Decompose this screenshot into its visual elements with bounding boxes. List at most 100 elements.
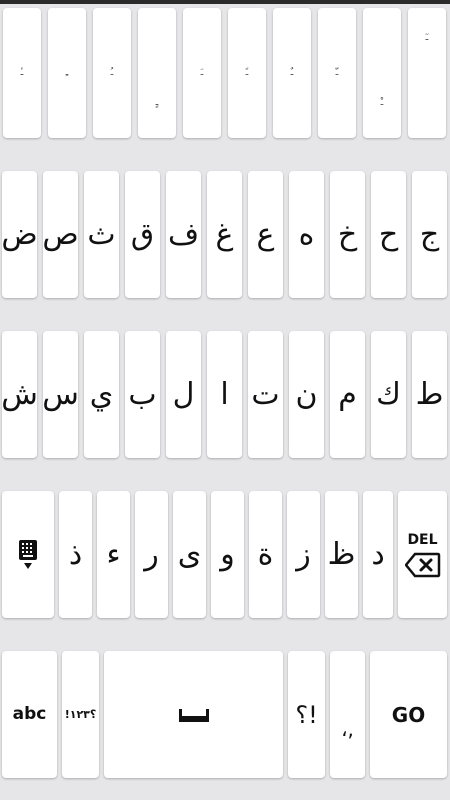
key-ta-marbuta[interactable]: ة bbox=[249, 491, 282, 618]
key-label: abc bbox=[12, 704, 47, 724]
key-diacritic-10[interactable]: ـٓ bbox=[408, 8, 446, 138]
key-dad[interactable]: ض bbox=[1, 171, 38, 298]
key-label: ا bbox=[220, 376, 229, 412]
key-label: ظ bbox=[327, 536, 356, 572]
key-label: ـٔ bbox=[20, 67, 24, 78]
key-label: ي bbox=[89, 376, 114, 412]
key-label: ـٍ bbox=[155, 97, 159, 108]
delete-label: DEL bbox=[407, 531, 438, 548]
key-label: خ bbox=[337, 216, 358, 252]
key-hha[interactable]: ح bbox=[371, 171, 406, 298]
key-label: ض bbox=[1, 216, 38, 252]
numbers-button[interactable]: !؟١٢٣ bbox=[62, 651, 99, 778]
key-label: ز bbox=[296, 536, 311, 572]
key-diacritic-6[interactable]: ـً bbox=[228, 8, 266, 138]
key-label: ق bbox=[130, 216, 155, 252]
key-shin[interactable]: ش bbox=[1, 331, 38, 458]
key-label: ص bbox=[42, 216, 79, 252]
key-label: غ bbox=[215, 216, 234, 252]
key-label: ف bbox=[167, 216, 200, 252]
key-jim[interactable]: ج bbox=[412, 171, 447, 298]
key-label: ذ bbox=[68, 536, 83, 572]
key-sin[interactable]: س bbox=[42, 331, 79, 458]
key-alif[interactable]: ا bbox=[207, 331, 242, 458]
space-button[interactable] bbox=[104, 651, 283, 778]
key-lam[interactable]: ل bbox=[166, 331, 201, 458]
key-diacritic-4[interactable]: ـٍ bbox=[138, 8, 176, 138]
key-diacritic-2[interactable]: ـِ bbox=[48, 8, 86, 138]
key-label: ء bbox=[106, 536, 121, 572]
key-label: ن bbox=[295, 376, 318, 412]
key-label: ت bbox=[251, 376, 280, 412]
key-ha[interactable]: ه bbox=[289, 171, 324, 298]
key-dhal[interactable]: ذ bbox=[59, 491, 92, 618]
key-label: ـٌ bbox=[290, 67, 294, 78]
key-label: ع bbox=[256, 216, 275, 252]
key-fa[interactable]: ف bbox=[166, 171, 201, 298]
key-diacritic-9[interactable]: ـْ bbox=[363, 8, 401, 138]
key-diacritic-8[interactable]: ـّ bbox=[318, 8, 356, 138]
key-waw[interactable]: و bbox=[211, 491, 244, 618]
key-hamza[interactable]: ء bbox=[97, 491, 130, 618]
key-ra[interactable]: ر bbox=[135, 491, 168, 618]
question-exclaim-button[interactable]: ؟! bbox=[288, 651, 325, 778]
key-ain[interactable]: ع bbox=[248, 171, 283, 298]
key-label: ث bbox=[87, 216, 116, 252]
backspace-icon bbox=[404, 552, 440, 577]
key-qaf[interactable]: ق bbox=[125, 171, 160, 298]
key-label: ج bbox=[419, 216, 440, 252]
key-label: ـْ bbox=[380, 97, 384, 108]
key-sad[interactable]: ص bbox=[42, 171, 79, 298]
delete-button[interactable]: DEL bbox=[398, 491, 447, 618]
space-bar-icon bbox=[178, 708, 209, 722]
keyboard-switch-icon bbox=[19, 539, 37, 569]
key-label: ؟! bbox=[295, 700, 318, 729]
key-alif-maqsura[interactable]: ى bbox=[173, 491, 206, 618]
key-label: ر bbox=[144, 536, 159, 572]
key-kaf[interactable]: ك bbox=[371, 331, 406, 458]
key-label: ،, bbox=[341, 716, 354, 741]
key-ya[interactable]: ي bbox=[84, 331, 119, 458]
abc-button[interactable]: abc bbox=[2, 651, 57, 778]
keyboard-switch-button[interactable] bbox=[2, 491, 54, 618]
key-label: ـّ bbox=[335, 67, 339, 78]
key-zay[interactable]: ز bbox=[287, 491, 320, 618]
comma-button[interactable]: ،, bbox=[330, 651, 365, 778]
key-nun[interactable]: ن bbox=[289, 331, 324, 458]
key-label: م bbox=[338, 376, 357, 412]
key-tha[interactable]: ث bbox=[84, 171, 119, 298]
key-label: ش bbox=[1, 376, 38, 412]
key-label: ه bbox=[298, 216, 315, 252]
key-tta[interactable]: ط bbox=[412, 331, 447, 458]
key-label: ل bbox=[172, 376, 195, 412]
key-ta[interactable]: ت bbox=[248, 331, 283, 458]
key-label: د bbox=[371, 536, 385, 572]
key-label: و bbox=[220, 536, 235, 572]
key-label: ة bbox=[257, 536, 274, 572]
key-dha[interactable]: ظ bbox=[325, 491, 358, 618]
key-label: ـُ bbox=[110, 67, 114, 78]
key-label: !؟١٢٣ bbox=[64, 708, 97, 721]
key-diacritic-5[interactable]: ـَ bbox=[183, 8, 221, 138]
key-label: ى bbox=[177, 536, 202, 572]
key-ghain[interactable]: غ bbox=[207, 171, 242, 298]
key-label: ـَ bbox=[200, 67, 204, 78]
key-kha[interactable]: خ bbox=[330, 171, 365, 298]
key-label: ـِ bbox=[65, 67, 69, 78]
key-diacritic-7[interactable]: ـٌ bbox=[273, 8, 311, 138]
key-label: ب bbox=[128, 376, 157, 412]
key-ba[interactable]: ب bbox=[125, 331, 160, 458]
key-label: ط bbox=[415, 376, 444, 412]
key-label: ح bbox=[378, 216, 399, 252]
key-label: ـً bbox=[245, 67, 249, 78]
key-label: ـٓ bbox=[425, 32, 429, 43]
key-diacritic-3[interactable]: ـُ bbox=[93, 8, 131, 138]
go-button[interactable]: GO bbox=[370, 651, 447, 778]
arabic-keyboard: ـٔ ـِ ـُ ـٍ ـَ ـً ـٌ ـّ ـْ ـٓ ض ص ث ق ف … bbox=[0, 4, 450, 800]
key-label: GO bbox=[391, 702, 426, 727]
key-label: س bbox=[42, 376, 79, 412]
key-mim[interactable]: م bbox=[330, 331, 365, 458]
key-label: ك bbox=[376, 376, 401, 412]
key-dal[interactable]: د bbox=[363, 491, 393, 618]
key-diacritic-1[interactable]: ـٔ bbox=[3, 8, 41, 138]
